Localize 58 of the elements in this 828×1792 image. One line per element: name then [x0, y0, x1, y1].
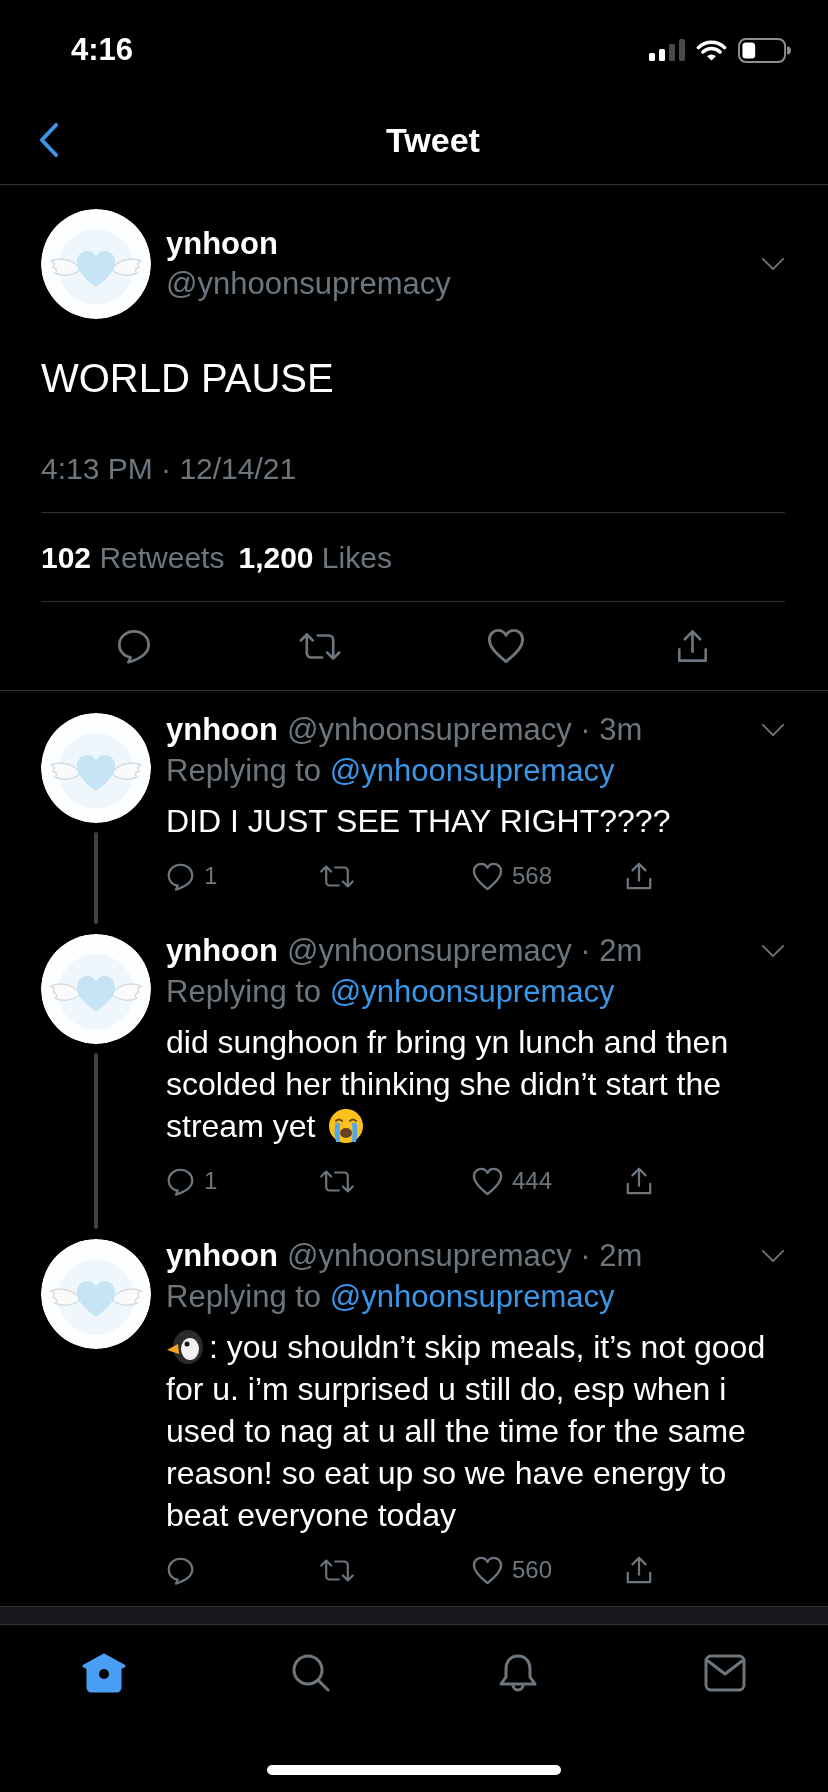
heart-icon[interactable] — [472, 1555, 503, 1585]
share-icon[interactable] — [675, 628, 709, 664]
tweet-timestamp: 4:13 PM · 12/14/21 — [41, 451, 297, 487]
winged-heart-avatar[interactable] — [41, 209, 151, 319]
status-time: 4:16 — [71, 32, 134, 68]
display-name: ynhoon — [166, 711, 278, 749]
tweet-text: DID I JUST SEE THAY RIGHT???? — [166, 802, 671, 841]
cellular-signal-icon — [649, 39, 685, 61]
heart-icon[interactable] — [472, 861, 503, 891]
winged-heart-avatar[interactable] — [41, 1239, 151, 1349]
share-icon[interactable] — [625, 1166, 653, 1196]
display-name: ynhoon — [166, 932, 278, 970]
replying-to-text: Replying to @ynhoonsupremacy — [166, 1278, 615, 1316]
reply-count: 1 — [204, 1166, 218, 1196]
display-name: ynhoon — [166, 1237, 278, 1275]
home-icon[interactable] — [81, 1652, 126, 1693]
handle-and-time: @ynhoonsupremacy · 2m — [286, 1237, 643, 1275]
share-icon[interactable] — [625, 861, 653, 891]
likes-link[interactable]: 1,200 Likes — [238, 538, 392, 578]
replying-to-text: Replying to @ynhoonsupremacy — [166, 752, 615, 790]
crying-face-icon — [328, 1108, 365, 1144]
speech-bubble-icon[interactable] — [166, 1555, 195, 1585]
handle-and-time: @ynhoonsupremacy · 3m — [286, 711, 643, 749]
like-count: 444 — [512, 1166, 553, 1196]
tweet-text: for u. i’m surprised u still do, esp when i used to nag at u all the time for the same reason! so eat up so we have energy to beat everyone today — [166, 1370, 747, 1535]
caret-down-icon[interactable] — [761, 257, 785, 271]
reply-count: 1 — [204, 861, 218, 891]
like-count: 560 — [512, 1555, 553, 1585]
search-icon[interactable] — [290, 1652, 331, 1693]
share-icon[interactable] — [625, 1555, 653, 1585]
speech-bubble-icon[interactable] — [166, 1166, 195, 1196]
screen-title: Tweet — [386, 120, 480, 160]
retweets-link[interactable]: 102 Retweets — [41, 538, 225, 578]
speech-bubble-icon[interactable] — [116, 628, 152, 664]
winged-heart-avatar[interactable] — [41, 713, 151, 823]
caret-down-icon[interactable] — [761, 1249, 785, 1263]
envelope-icon[interactable] — [703, 1653, 746, 1692]
handle-and-time: @ynhoonsupremacy · 2m — [286, 932, 643, 970]
user-handle: @ynhoonsupremacy — [166, 265, 451, 303]
heart-icon[interactable] — [487, 628, 525, 664]
wifi-icon — [696, 38, 727, 62]
tweet-text: WORLD PAUSE — [41, 355, 334, 402]
tweet-text: : you shouldn’t skip meals, it’s not good — [209, 1328, 766, 1367]
caret-down-icon[interactable] — [761, 944, 785, 958]
replying-to-text: Replying to @ynhoonsupremacy — [166, 973, 615, 1011]
display-name: ynhoon — [166, 225, 278, 263]
battery-icon — [738, 37, 791, 63]
like-count: 568 — [512, 861, 553, 891]
tweet-text: stream yet — [166, 1107, 316, 1146]
heart-icon[interactable] — [472, 1166, 503, 1196]
penguin-icon — [166, 1329, 204, 1365]
back-icon[interactable] — [38, 122, 59, 158]
winged-heart-avatar[interactable] — [41, 934, 151, 1044]
mention-link[interactable]: @ynhoonsupremacy — [329, 753, 615, 788]
mention-link[interactable]: @ynhoonsupremacy — [329, 974, 615, 1009]
speech-bubble-icon[interactable] — [166, 861, 195, 891]
caret-down-icon[interactable] — [761, 723, 785, 737]
mention-link[interactable]: @ynhoonsupremacy — [329, 1279, 615, 1314]
